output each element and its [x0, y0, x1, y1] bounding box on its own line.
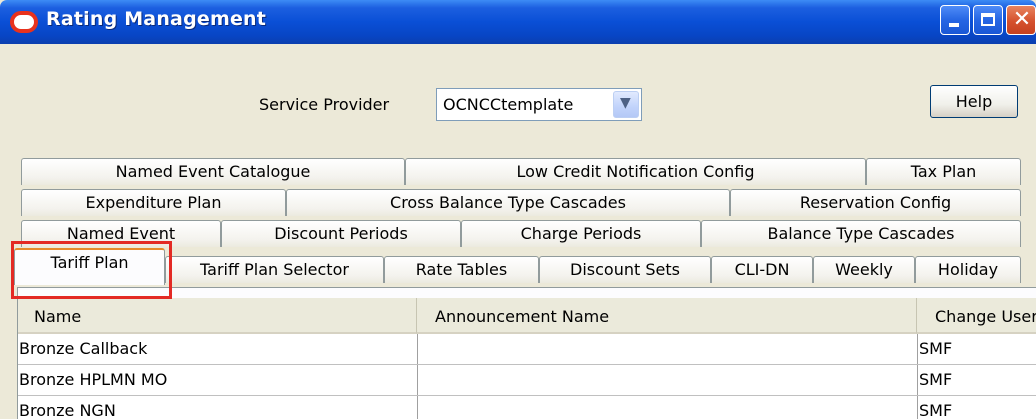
cell-name: Bronze NGN — [18, 396, 418, 419]
tab-cross-balance-type-cascades[interactable]: Cross Balance Type Cascades — [286, 189, 730, 216]
tab-expenditure-plan[interactable]: Expenditure Plan — [21, 189, 286, 216]
tab-discount-periods[interactable]: Discount Periods — [221, 220, 461, 247]
cell-announcement-name — [418, 365, 918, 395]
chevron-down-icon: ▼ — [620, 95, 631, 111]
cell-change-user: SMF — [919, 401, 953, 419]
column-header-announcement-name[interactable]: Announcement Name — [417, 298, 917, 334]
service-provider-dropdown-button[interactable]: ▼ — [613, 91, 639, 118]
maximize-icon — [981, 13, 995, 26]
cell-name: Bronze Callback — [18, 334, 418, 364]
tab-low-credit-notification-config[interactable]: Low Credit Notification Config — [405, 158, 866, 185]
close-icon: ✕ — [1012, 7, 1032, 32]
service-provider-value: OCNCCtemplate — [443, 95, 574, 114]
minimize-button[interactable] — [940, 5, 970, 35]
help-button[interactable]: Help — [930, 85, 1018, 118]
tab-holiday[interactable]: Holiday — [915, 256, 1021, 283]
tab-tariff-plan-selector[interactable]: Tariff Plan Selector — [165, 256, 384, 283]
tab-named-event-catalogue[interactable]: Named Event Catalogue — [21, 158, 405, 185]
oracle-logo-icon — [10, 11, 38, 33]
tab-charge-periods[interactable]: Charge Periods — [461, 220, 701, 247]
cell-change-user: SMF — [919, 339, 953, 358]
cell-announcement-name — [418, 396, 918, 419]
tab-tax-plan[interactable]: Tax Plan — [866, 158, 1021, 185]
cell-announcement-name — [418, 334, 918, 364]
title-bar[interactable]: Rating Management ✕ — [0, 0, 1036, 44]
window-title: Rating Management — [46, 8, 267, 30]
tab-reservation-config[interactable]: Reservation Config — [730, 189, 1021, 216]
tab-balance-type-cascades[interactable]: Balance Type Cascades — [701, 220, 1021, 247]
rating-management-window: Rating Management ✕ Service Provider OCN… — [0, 0, 1036, 419]
tariff-plan-table: Name Announcement Name Change User Bronz… — [18, 298, 1036, 419]
highlight-annotation — [11, 241, 172, 299]
service-provider-select[interactable]: OCNCCtemplate ▼ — [436, 88, 642, 121]
tab-discount-sets[interactable]: Discount Sets — [539, 256, 711, 283]
tab-cli-dn[interactable]: CLI-DN — [711, 256, 813, 283]
minimize-icon — [949, 23, 959, 27]
tab-weekly[interactable]: Weekly — [813, 256, 915, 283]
service-provider-label: Service Provider — [259, 95, 390, 114]
table-row[interactable]: Bronze NGN SMF — [18, 396, 1036, 419]
column-header-name[interactable]: Name — [18, 298, 417, 334]
cell-name: Bronze HPLMN MO — [18, 365, 418, 395]
cell-change-user: SMF — [919, 370, 953, 389]
maximize-button[interactable] — [973, 5, 1003, 35]
table-row[interactable]: Bronze Callback SMF — [18, 334, 1036, 365]
column-header-change-user[interactable]: Change User — [917, 298, 1036, 334]
tab-rate-tables[interactable]: Rate Tables — [384, 256, 539, 283]
table-row[interactable]: Bronze HPLMN MO SMF — [18, 365, 1036, 396]
close-button[interactable]: ✕ — [1006, 5, 1036, 35]
